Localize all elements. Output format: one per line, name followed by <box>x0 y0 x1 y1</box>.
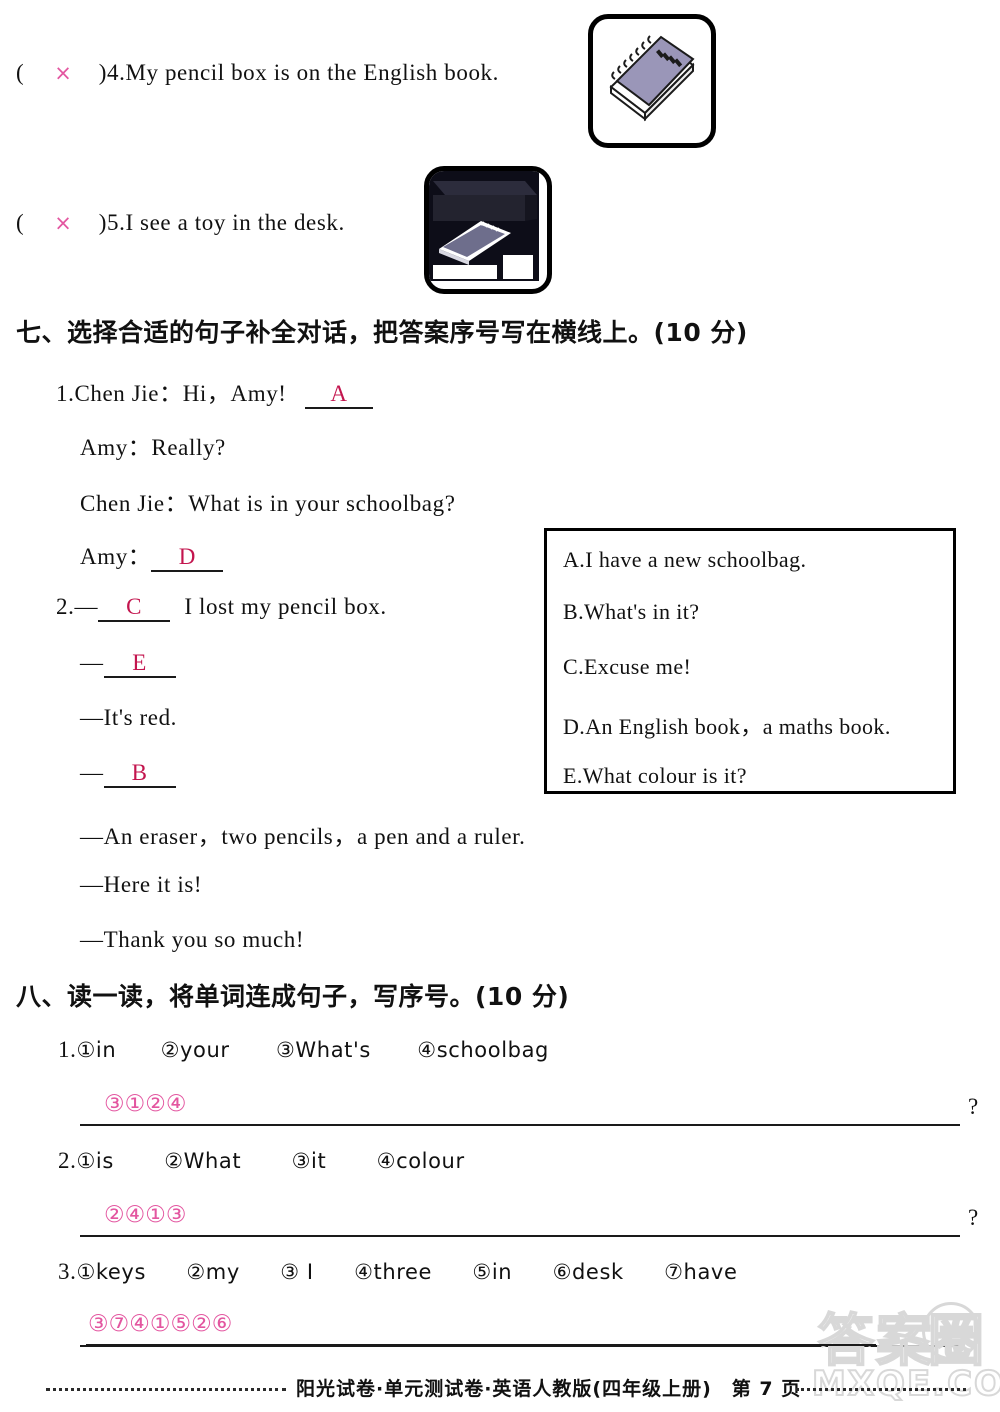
worksheet-page: ( × )4.My pencil box is on the English b… <box>0 0 1000 1412</box>
item2-word-2: ②What <box>164 1149 242 1173</box>
option-a[interactable]: A.I have a new schoolbag. <box>563 547 806 573</box>
item-sentence-5: I see a toy in the desk. <box>125 210 345 235</box>
item3-word-2: ②my <box>186 1260 240 1284</box>
section-8-heading: 八、读一读，将单词连成句子，写序号。(10 分) <box>16 982 570 1011</box>
dialog1-text-1: Hi，Amy! <box>182 381 287 406</box>
dialog1-text-2: Really? <box>151 435 226 460</box>
dialog2-text-5: An eraser，two pencils，a pen and a ruler. <box>103 824 526 849</box>
footer-label: 阳光试卷·单元测试卷·英语人教版(四年级上册) 第 7 页 <box>296 1378 802 1400</box>
dialog2-dash-6: — <box>80 872 104 897</box>
item1-word-1: ①in <box>76 1038 117 1062</box>
item2-answer-rule <box>80 1235 960 1237</box>
dialog2-dash-3: — <box>80 705 104 730</box>
item2-word-4: ④colour <box>376 1149 465 1173</box>
dialog2-line-5: —An eraser，two pencils，a pen and a ruler… <box>80 817 526 851</box>
answer-mark-4[interactable]: × <box>34 61 92 85</box>
option-box: A.I have a new schoolbag. B.What's in it… <box>544 528 956 794</box>
dialog1-speaker-2: Amy： <box>80 435 152 460</box>
option-b[interactable]: B.What's in it? <box>563 599 699 625</box>
item3-word-1: ①keys <box>76 1260 146 1284</box>
item1-answer-rule <box>80 1124 960 1126</box>
section8-item-1-words: 1.①in ②your ③What's ④schoolbag <box>58 1037 549 1063</box>
dialog2-text-1: I lost my pencil box. <box>184 594 387 619</box>
dialog1-speaker-3: Chen Jie： <box>80 491 189 516</box>
watermark-chinese: 答案 <box>817 1308 934 1375</box>
desk-with-notebook-icon <box>429 171 539 281</box>
answer-mark-5[interactable]: × <box>34 211 92 235</box>
dialog2-line-3: —It's red. <box>80 705 177 731</box>
dialog2-line-2: — E <box>80 650 176 678</box>
item-number-4: 4. <box>106 60 126 85</box>
dialog2-text-7: Thank you so much! <box>103 927 305 952</box>
dialog2-text-6: Here it is! <box>103 872 203 897</box>
watermark-circle-ring <box>922 1302 980 1360</box>
dialog2-blank-2[interactable]: E <box>103 650 176 678</box>
option-d[interactable]: D.An English book，a maths book. <box>563 709 891 741</box>
item2-number: 2. <box>58 1148 77 1173</box>
paren-open-4: ( <box>16 60 25 85</box>
watermark-site: MXQE.COM <box>811 1363 1000 1405</box>
item3-number: 3. <box>58 1259 77 1284</box>
option-c[interactable]: C.Excuse me! <box>563 654 691 680</box>
option-e[interactable]: E.What colour is it? <box>563 763 747 789</box>
dialog1-speaker-4: Amy： <box>80 544 152 569</box>
dialog2-line-4: — B <box>80 760 176 788</box>
dialog2-blank-1[interactable]: C <box>98 594 171 622</box>
footer-dots-left <box>46 1388 286 1391</box>
dialog2-dash-5: — <box>80 824 104 849</box>
truefalse-item-5: ( × )5.I see a toy in the desk. <box>16 210 345 236</box>
item2-end-punct: ? <box>968 1205 979 1230</box>
section8-item-2-words: 2.①is ②What ③it ④colour <box>58 1148 465 1174</box>
item1-word-4: ④schoolbag <box>417 1038 549 1062</box>
item1-answer[interactable]: ③①②④ <box>104 1091 186 1117</box>
dialog2-line-7: —Thank you so much! <box>80 927 304 953</box>
item-number-5: 5. <box>106 210 126 235</box>
truefalse-item-4: ( × )4.My pencil box is on the English b… <box>16 60 499 86</box>
item1-end-punct: ? <box>968 1094 979 1119</box>
notebook-icon <box>609 35 695 122</box>
section-7-heading: 七、选择合适的句子补全对话，把答案序号写在横线上。(10 分) <box>16 318 748 347</box>
item1-word-2: ②your <box>160 1038 230 1062</box>
dialog2-blank-4[interactable]: B <box>103 760 176 788</box>
dialog1-line-4: Amy： D <box>80 537 224 572</box>
dialog2-dash-1: — <box>74 594 99 619</box>
dialog1-line-2: Amy：Really? <box>80 428 226 462</box>
item3-word-3: ③ I <box>280 1260 314 1284</box>
item1-number: 1. <box>58 1037 77 1062</box>
paren-close-5: ) <box>98 210 107 235</box>
picture-frame-desk <box>424 166 552 294</box>
dialog1-text-3: What is in your schoolbag? <box>188 491 456 516</box>
dialog2-dash-2: — <box>80 650 104 675</box>
section8-item-3-words: 3.①keys ②my ③ I ④three ⑤in ⑥desk ⑦have <box>58 1259 737 1285</box>
item1-word-3: ③What's <box>276 1038 371 1062</box>
item3-word-7: ⑦have <box>664 1260 738 1284</box>
dialog1-blank-1[interactable]: A <box>304 381 373 409</box>
dialog2-dash-7: — <box>80 927 104 952</box>
footer-dots-right <box>796 1388 966 1391</box>
paren-open-5: ( <box>16 210 25 235</box>
item3-word-6: ⑥desk <box>552 1260 624 1284</box>
dialog1-line-3: Chen Jie：What is in your schoolbag? <box>80 484 456 518</box>
dialog1-line-1: 1.Chen Jie：Hi，Amy! A <box>56 374 373 409</box>
item2-answer[interactable]: ②④①③ <box>104 1202 186 1228</box>
picture-frame-notebook <box>588 14 716 148</box>
dialog2-line-1: 2.— C I lost my pencil box. <box>56 594 387 622</box>
dialog2-text-3: It's red. <box>103 705 178 730</box>
dialog2-number: 2. <box>56 594 75 619</box>
paren-close-4: ) <box>98 60 107 85</box>
item3-answer[interactable]: ③⑦④①⑤②⑥ <box>88 1311 232 1337</box>
item2-word-1: ①is <box>76 1149 114 1173</box>
item3-word-5: ⑤in <box>472 1260 513 1284</box>
item3-word-4: ④three <box>354 1260 433 1284</box>
dialog2-dash-4: — <box>80 760 104 785</box>
dialog2-line-6: —Here it is! <box>80 872 202 898</box>
footer-top-rule <box>86 1344 876 1346</box>
item2-word-3: ③it <box>291 1149 327 1173</box>
dialog1-speaker-1: Chen Jie： <box>74 381 183 406</box>
dialog1-blank-4[interactable]: D <box>151 544 224 572</box>
item-sentence-4: My pencil box is on the English book. <box>125 60 500 85</box>
dialog1-number: 1. <box>56 381 75 406</box>
